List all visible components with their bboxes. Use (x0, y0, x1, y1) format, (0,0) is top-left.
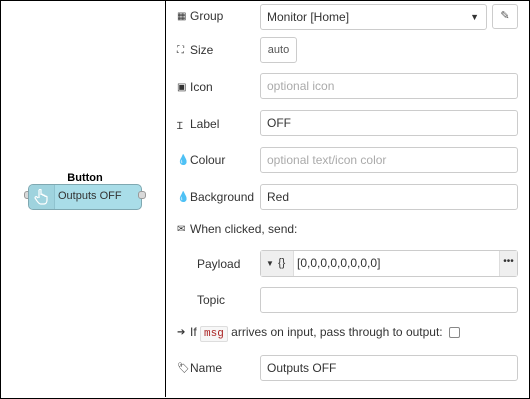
caret-down-icon: ▼ (266, 259, 274, 268)
node-icon-area (29, 185, 55, 209)
background-label: 💧Background (177, 190, 255, 204)
tag-icon: 🏷 (177, 363, 190, 375)
label-input[interactable]: OFF (260, 110, 518, 136)
label-input-value: OFF (267, 116, 291, 130)
colour-label: 💧Colour (177, 153, 226, 167)
topic-input[interactable] (260, 287, 518, 313)
passthrough-prefix: If (190, 325, 197, 339)
node-label: Outputs OFF (58, 190, 122, 202)
payload-typed-input[interactable]: ▼ {} [0,0,0,0,0,0,0,0] ••• (260, 250, 518, 277)
icon-label: ▣ Icon (177, 80, 213, 94)
background-input-value: Red (267, 190, 290, 204)
group-label: ▦ Group (177, 9, 224, 23)
json-type-icon: {} (278, 257, 286, 269)
msg-code: msg (200, 326, 228, 342)
payload-value[interactable]: [0,0,0,0,0,0,0,0] (297, 251, 380, 276)
topic-label: Topic (197, 293, 226, 307)
passthrough-checkbox[interactable] (448, 327, 460, 339)
name-label: 🏷Name (177, 361, 223, 375)
envelope-icon: ✉ (177, 224, 186, 236)
ellipsis-icon: ••• (503, 256, 514, 267)
size-button[interactable]: auto (260, 37, 297, 63)
colour-input-placeholder: optional text/icon color (267, 153, 387, 167)
name-input[interactable]: Outputs OFF (260, 355, 518, 381)
output-port[interactable] (138, 191, 146, 199)
size-label: ⛶ Size (177, 43, 214, 57)
table-icon: ▦ (177, 11, 187, 23)
tint-icon: 💧 (177, 155, 190, 167)
size-icon: ⛶ (177, 45, 184, 57)
chevron-down-icon: ▼ (470, 12, 479, 22)
text-cursor-icon: Ɪ (177, 120, 183, 132)
panel-divider (165, 0, 166, 397)
edit-group-button[interactable]: ✎ (492, 4, 518, 29)
icon-input[interactable]: optional icon (260, 73, 518, 99)
expand-editor-button[interactable]: ••• (499, 251, 517, 276)
passthrough-row: ➔ If msg arrives on input, pass through t… (177, 325, 460, 342)
group-select-value: Monitor [Home] (267, 10, 350, 24)
colour-input[interactable]: optional text/icon color (260, 147, 518, 173)
button-node[interactable]: Outputs OFF (28, 184, 142, 210)
when-clicked-label: ✉ When clicked, send: (177, 222, 298, 236)
payload-type-selector[interactable]: ▼ {} (261, 251, 294, 276)
payload-label: Payload (197, 257, 241, 271)
arrow-right-icon: ➔ (177, 327, 186, 339)
picture-icon: ▣ (177, 82, 187, 94)
hand-pointer-icon (34, 189, 48, 205)
group-select[interactable]: Monitor [Home] ▼ (260, 4, 487, 30)
name-input-value: Outputs OFF (267, 361, 337, 375)
background-input[interactable]: Red (260, 184, 518, 210)
label-label: Ɪ Label (177, 117, 220, 132)
icon-input-placeholder: optional icon (267, 79, 335, 93)
tint-icon: 💧 (177, 192, 190, 204)
node-title: Button (67, 172, 103, 184)
passthrough-suffix: arrives on input, pass through to output… (231, 325, 443, 339)
pencil-icon: ✎ (500, 10, 510, 22)
